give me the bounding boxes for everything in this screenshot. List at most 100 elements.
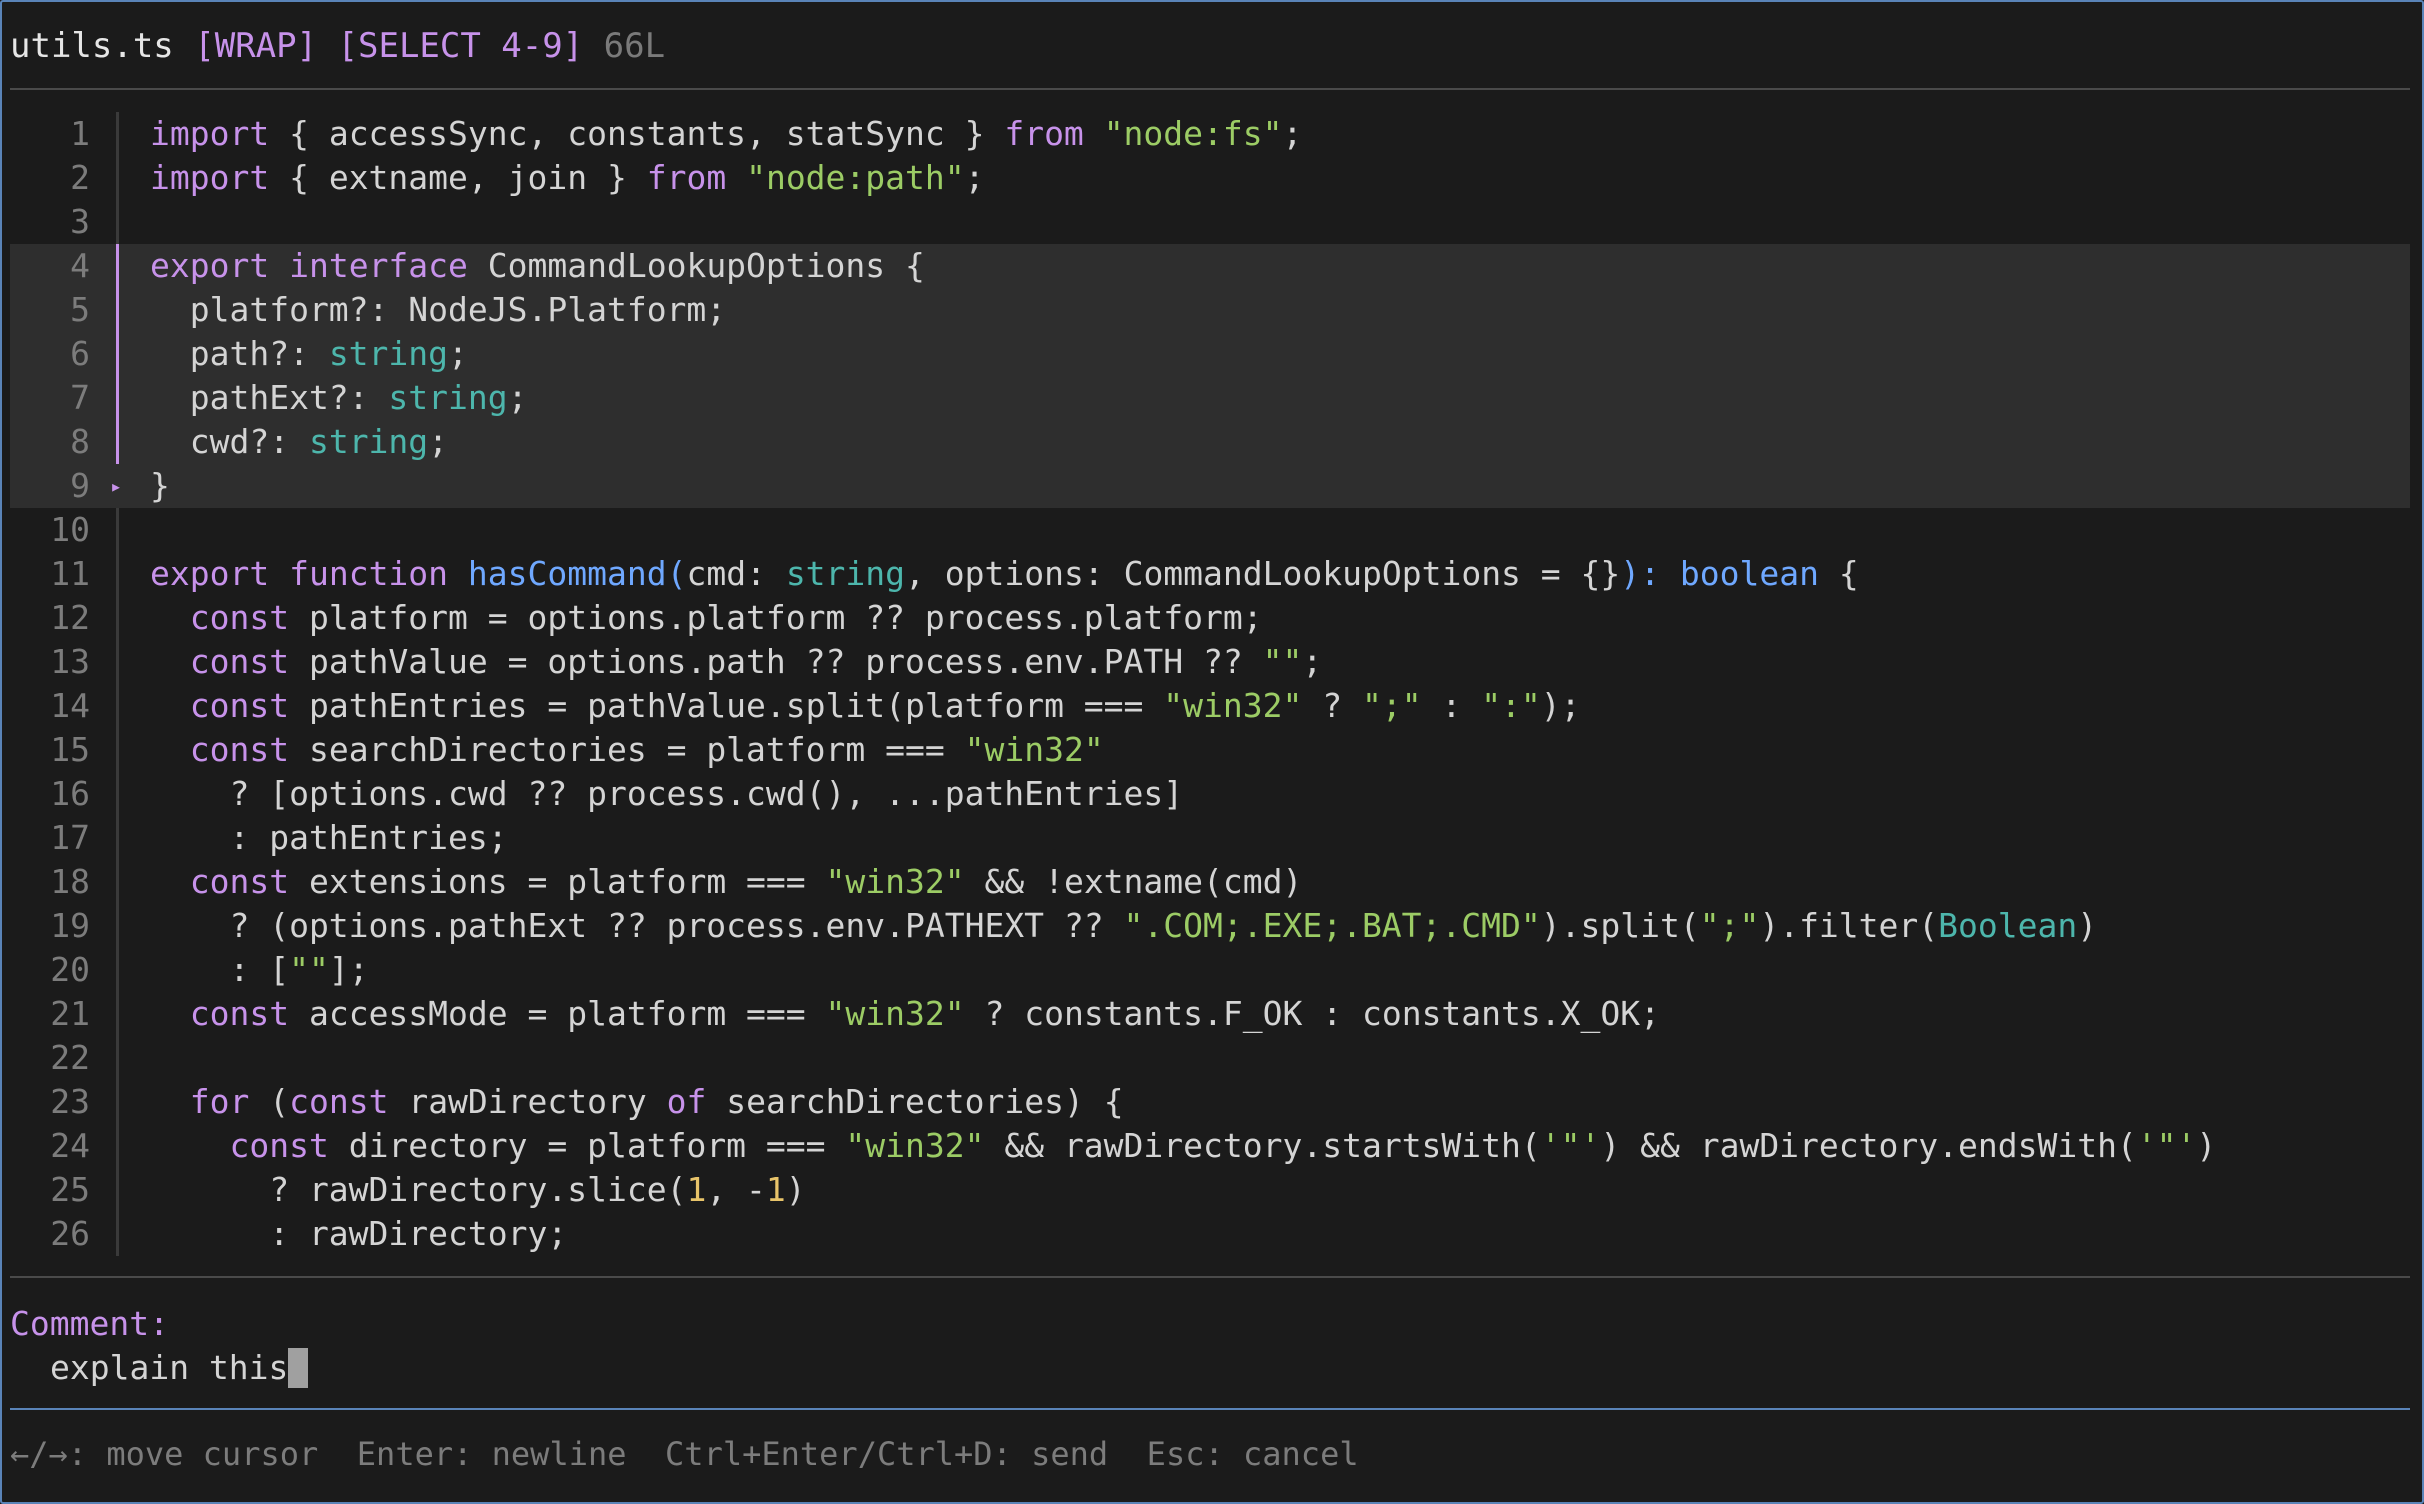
line-number: 6 bbox=[70, 334, 90, 373]
code-text: const pathValue = options.path ?? proces… bbox=[189, 642, 1323, 681]
code-text: for (const rawDirectory of searchDirecto… bbox=[189, 1082, 1124, 1121]
line-number: 17 bbox=[50, 818, 90, 857]
code-line[interactable]: 17 : pathEntries; bbox=[10, 816, 2410, 860]
code-line[interactable]: 4 export interface CommandLookupOptions { bbox=[10, 244, 2410, 288]
line-number: 1 bbox=[70, 114, 90, 153]
code-line[interactable]: 18 const extensions = platform === "win3… bbox=[10, 860, 2410, 904]
gutter-marker bbox=[116, 288, 119, 332]
comment-text[interactable]: explain this bbox=[50, 1346, 288, 1390]
code-line[interactable]: 9 ▸} bbox=[10, 464, 2410, 508]
mode-flags: [WRAP] [SELECT 4-9] bbox=[194, 26, 584, 66]
line-number: 7 bbox=[70, 378, 90, 417]
code-line[interactable]: 5 platform?: NodeJS.Platform; bbox=[10, 288, 2410, 332]
code-line[interactable]: 12 const platform = options.platform ?? … bbox=[10, 596, 2410, 640]
comment-input[interactable]: explain this bbox=[50, 1346, 309, 1390]
code-line[interactable]: 3 bbox=[10, 200, 2410, 244]
code-line[interactable]: 13 const pathValue = options.path ?? pro… bbox=[10, 640, 2410, 684]
code-text: platform?: NodeJS.Platform; bbox=[150, 290, 727, 329]
title-bar: utils.ts [WRAP] [SELECT 4-9] 66L bbox=[10, 20, 665, 72]
gutter-marker bbox=[116, 156, 119, 200]
code-text: path?: string; bbox=[150, 334, 468, 373]
code-editor[interactable]: 1 import { accessSync, constants, statSyn… bbox=[10, 112, 2410, 1256]
code-text: const accessMode = platform === "win32" … bbox=[189, 994, 1660, 1033]
gutter-marker bbox=[116, 112, 119, 156]
gutter-marker bbox=[116, 684, 119, 728]
line-number: 20 bbox=[50, 950, 90, 989]
code-line[interactable]: 16 ? [options.cwd ?? process.cwd(), ...p… bbox=[10, 772, 2410, 816]
file-name: utils.ts bbox=[10, 26, 174, 66]
gutter-marker bbox=[116, 1168, 119, 1212]
gutter-marker bbox=[116, 772, 119, 816]
code-text: export function hasCommand(cmd: string, … bbox=[150, 554, 1859, 593]
gutter-marker bbox=[116, 816, 119, 860]
text-cursor bbox=[288, 1348, 309, 1388]
line-number: 4 bbox=[70, 246, 90, 285]
code-text: ? rawDirectory.slice(1, -1) bbox=[150, 1170, 806, 1209]
code-line[interactable]: 11 export function hasCommand(cmd: string… bbox=[10, 552, 2410, 596]
gutter-marker bbox=[116, 420, 119, 464]
code-text: const searchDirectories = platform === "… bbox=[189, 730, 1104, 769]
line-number: 23 bbox=[50, 1082, 90, 1121]
gutter-marker bbox=[116, 332, 119, 376]
code-line[interactable]: 1 import { accessSync, constants, statSyn… bbox=[10, 112, 2410, 156]
line-number: 14 bbox=[50, 686, 90, 725]
line-number: 19 bbox=[50, 906, 90, 945]
code-text: cwd?: string; bbox=[150, 422, 449, 461]
line-number: 18 bbox=[50, 862, 90, 901]
line-number: 22 bbox=[50, 1038, 90, 1077]
code-line[interactable]: 24 const directory = platform === "win32… bbox=[10, 1124, 2410, 1168]
code-text: import { extname, join } from "node:path… bbox=[150, 158, 985, 197]
code-text: const pathEntries = pathValue.split(plat… bbox=[189, 686, 1581, 725]
code-text: const platform = options.platform ?? pro… bbox=[189, 598, 1263, 637]
line-number: 15 bbox=[50, 730, 90, 769]
gutter-marker bbox=[116, 552, 119, 596]
code-line[interactable]: 22 bbox=[10, 1036, 2410, 1080]
gutter-marker bbox=[116, 1080, 119, 1124]
code-line[interactable]: 10 bbox=[10, 508, 2410, 552]
gutter-marker bbox=[116, 1212, 119, 1256]
title-divider bbox=[10, 88, 2410, 90]
code-text: : pathEntries; bbox=[150, 818, 508, 857]
line-number: 26 bbox=[50, 1214, 90, 1253]
line-number: 13 bbox=[50, 642, 90, 681]
code-line[interactable]: 21 const accessMode = platform === "win3… bbox=[10, 992, 2410, 1036]
gutter-marker bbox=[116, 860, 119, 904]
code-line[interactable]: 26 : rawDirectory; bbox=[10, 1212, 2410, 1256]
line-number: 8 bbox=[70, 422, 90, 461]
keybinding-help: ←/→: move cursor Enter: newline Ctrl+Ent… bbox=[10, 1435, 1359, 1473]
code-text: const directory = platform === "win32" &… bbox=[229, 1126, 2217, 1165]
code-line[interactable]: 6 path?: string; bbox=[10, 332, 2410, 376]
line-number: 16 bbox=[50, 774, 90, 813]
code-line[interactable]: 2 import { extname, join } from "node:pat… bbox=[10, 156, 2410, 200]
input-divider bbox=[10, 1408, 2410, 1410]
line-number: 25 bbox=[50, 1170, 90, 1209]
gutter-marker bbox=[116, 1124, 119, 1168]
code-text: : rawDirectory; bbox=[150, 1214, 568, 1253]
code-line[interactable]: 20 : [""]; bbox=[10, 948, 2410, 992]
gutter-marker bbox=[116, 1036, 119, 1080]
comment-label: Comment: bbox=[10, 1304, 169, 1343]
code-line[interactable]: 15 const searchDirectories = platform ==… bbox=[10, 728, 2410, 772]
gutter-marker bbox=[116, 200, 119, 244]
line-count: 66L bbox=[603, 26, 666, 66]
editor-divider bbox=[10, 1276, 2410, 1278]
code-text: import { accessSync, constants, statSync… bbox=[150, 114, 1303, 153]
code-line[interactable]: 25 ? rawDirectory.slice(1, -1) bbox=[10, 1168, 2410, 1212]
code-line[interactable]: 7 pathExt?: string; bbox=[10, 376, 2410, 420]
code-text: : [""]; bbox=[150, 950, 369, 989]
line-number: 11 bbox=[50, 554, 90, 593]
gutter-marker bbox=[116, 376, 119, 420]
line-number: 10 bbox=[50, 510, 90, 549]
line-number: 12 bbox=[50, 598, 90, 637]
code-line[interactable]: 23 for (const rawDirectory of searchDire… bbox=[10, 1080, 2410, 1124]
code-text: ? (options.pathExt ?? process.env.PATHEX… bbox=[150, 906, 2098, 945]
line-number: 3 bbox=[70, 202, 90, 241]
code-text: export interface CommandLookupOptions { bbox=[150, 246, 925, 285]
code-line[interactable]: 14 const pathEntries = pathValue.split(p… bbox=[10, 684, 2410, 728]
gutter-marker bbox=[116, 948, 119, 992]
code-line[interactable]: 8 cwd?: string; bbox=[10, 420, 2410, 464]
code-line[interactable]: 19 ? (options.pathExt ?? process.env.PAT… bbox=[10, 904, 2410, 948]
gutter-marker bbox=[116, 904, 119, 948]
code-text: } bbox=[150, 466, 170, 505]
code-text: pathExt?: string; bbox=[150, 378, 528, 417]
